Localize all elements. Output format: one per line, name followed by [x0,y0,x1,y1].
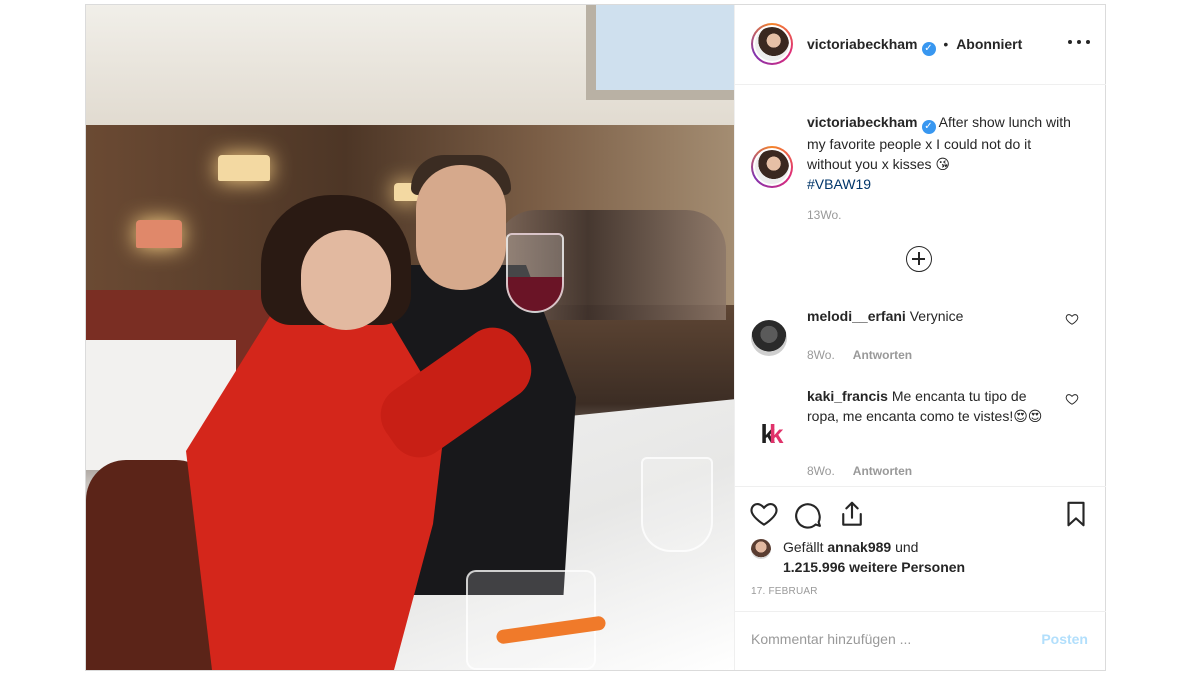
avatar-image [755,27,789,61]
post-date[interactable]: 17. FEBRUAR [751,586,818,597]
plus-circle-icon[interactable] [906,246,932,272]
comment-text: Verynice [909,308,964,324]
post-actions: Gefällt annak989 und 1.215.996 weitere P… [735,486,1106,606]
likes-conjunction: und [895,539,919,555]
likes-count-link[interactable]: 1.215.996 weitere Personen [783,559,965,575]
comment-input[interactable]: Kommentar hinzufügen ... [751,631,1011,647]
photo-water-glass [641,457,713,552]
avatar[interactable] [751,23,793,65]
likes-user-link[interactable]: annak989 [827,539,891,555]
post-comment-button[interactable]: Posten [1041,631,1088,647]
heart-outline-icon[interactable] [1065,392,1079,406]
bookmark-icon[interactable] [1061,499,1091,529]
comment-username[interactable]: melodi__erfani [807,308,906,324]
photo-skylight [586,5,734,100]
likes-text: Gefällt annak989 und 1.215.996 weitere P… [783,537,1083,577]
photo-wine-glass [506,233,564,313]
comment-time[interactable]: 8Wo. [807,464,835,478]
comment-time[interactable]: 8Wo. [807,348,835,362]
photo-lamp [136,220,182,248]
verified-badge-icon: ✓ [921,120,936,134]
caption-username[interactable]: victoriabeckham [807,114,918,130]
comment-avatar[interactable]: kk [751,416,787,452]
comment-body: kaki_francis Me encanta tu tipo de ropa,… [807,386,1047,426]
post-photo[interactable] [86,5,734,670]
more-horizontal-icon[interactable] [1068,35,1090,49]
heart-outline-icon[interactable] [1065,312,1079,326]
photo-man-face [416,165,506,290]
avatar-letter: k [769,419,784,449]
caption-hashtag[interactable]: #VBAW19 [807,176,871,192]
comments-section[interactable]: victoriabeckham ✓ After show lunch with m… [735,86,1106,486]
comment-meta: 8Wo. Antworten [807,464,912,478]
avatar-letters: kk [751,416,787,452]
reply-button[interactable]: Antworten [853,348,912,362]
comment-body: melodi__erfani Verynice [807,306,1047,326]
instagram-post: victoriabeckham ✓ • Abonniert victoriabec… [85,4,1106,671]
comment-meta: 8Wo. Antworten [807,348,912,362]
photo-lamp [218,155,270,181]
follow-status-button[interactable]: Abonniert [956,36,1022,52]
share-icon[interactable] [837,499,867,529]
caption-time[interactable]: 13Wo. [807,208,841,222]
comment-username[interactable]: kaki_francis [807,388,888,404]
photo-woman-face [301,230,391,330]
comment-avatar[interactable] [751,320,787,356]
heart-icon[interactable] [749,499,779,529]
comment-icon[interactable] [793,499,823,529]
add-comment-bar: Kommentar hinzufügen ... Posten [735,611,1106,670]
reply-button[interactable]: Antworten [853,464,912,478]
avatar-letter: k [760,419,776,449]
likes-prefix: Gefällt [783,539,824,555]
post-header: victoriabeckham ✓ • Abonniert [735,5,1106,85]
post-side-panel: victoriabeckham ✓ • Abonniert victoriabec… [734,5,1106,670]
header-username[interactable]: victoriabeckham [807,36,918,52]
caption-text: victoriabeckham ✓ After show lunch with m… [807,112,1077,194]
caption-avatar[interactable] [751,146,793,188]
avatar-image [755,150,789,184]
liker-avatar[interactable] [751,539,771,559]
verified-badge-icon: ✓ [921,42,936,56]
header-line: victoriabeckham ✓ • Abonniert [807,36,1022,56]
separator-dot: • [943,36,949,52]
